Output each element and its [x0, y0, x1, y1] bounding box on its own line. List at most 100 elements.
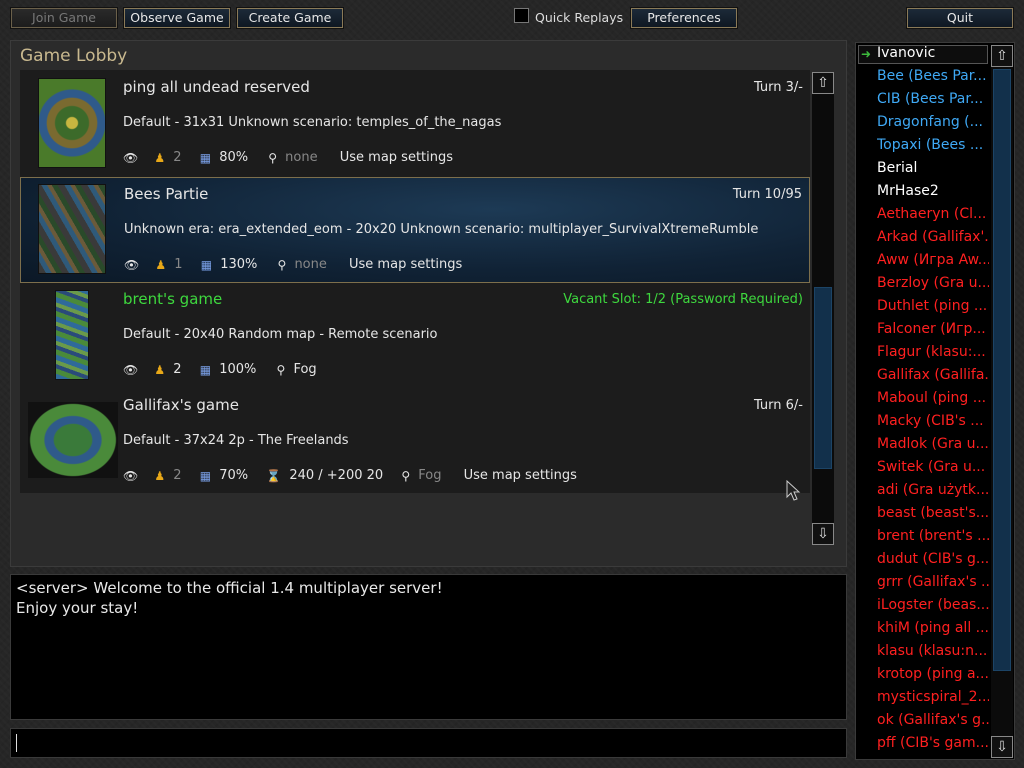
game-status: Vacant Slot: 1/2 (Password Required) [563, 292, 803, 307]
chat-input[interactable] [10, 728, 847, 758]
user-list-item[interactable]: Switek (Gra u... [877, 459, 989, 475]
user-list-item[interactable]: Berzloy (Gra u... [877, 275, 989, 291]
user-list-item[interactable]: MrHase2 [877, 183, 989, 199]
user-list-item[interactable]: beast (beast's... [877, 505, 989, 521]
scroll-down-icon[interactable]: ⇩ [812, 523, 834, 545]
user-list-item[interactable]: Falconer (Игр... [877, 321, 989, 337]
user-list-item[interactable]: krotop (ping a... [877, 666, 989, 682]
game-description: Default - 37x24 2p - The Freelands [123, 433, 349, 448]
quit-button[interactable]: Quit [906, 7, 1014, 29]
turn-timer: 240 / +200 20 [289, 468, 384, 483]
players-icon: ♟ [154, 468, 166, 483]
game-row[interactable]: brent's game Vacant Slot: 1/2 (Password … [20, 282, 810, 388]
user-list-item[interactable]: Aww (Игра Aw... [877, 252, 989, 268]
game-row[interactable]: Gallifax's game Turn 6/- Default - 37x24… [20, 388, 810, 494]
user-list-item[interactable]: Arkad (Gallifax'... [877, 229, 989, 245]
user-list-item[interactable]: ok (Gallifax's g... [877, 712, 989, 728]
scroll-up-icon[interactable]: ⇧ [991, 45, 1013, 67]
user-list-item[interactable]: Madlok (Gra u... [877, 436, 989, 452]
gold-icon: ▦ [199, 362, 212, 377]
user-list-item[interactable]: grrr (Gallifax's ... [877, 574, 989, 590]
user-list-item[interactable]: Ivanovic [877, 45, 989, 61]
vision-icon: ⚲ [268, 150, 278, 165]
game-status: Turn 6/- [753, 398, 803, 413]
scrollbar-thumb[interactable] [814, 287, 832, 469]
map-settings-label: Use map settings [349, 257, 463, 272]
game-name: Gallifax's game [123, 396, 239, 414]
vision-setting: none [294, 257, 327, 272]
user-list-item[interactable]: adi (Gra użytk... [877, 482, 989, 498]
scroll-down-icon[interactable]: ⇩ [991, 736, 1013, 758]
game-row[interactable]: ping all undead reserved Turn 3/- Defaul… [20, 70, 810, 176]
user-list-item[interactable]: Gallifax (Gallifa... [877, 367, 989, 383]
hourglass-icon: ⌛ [266, 468, 282, 483]
observe-game-button[interactable]: Observe Game [123, 7, 231, 29]
selected-user-arrow-icon: ➜ [861, 47, 872, 61]
map-settings-label: Use map settings [339, 150, 454, 165]
user-list-item[interactable]: klasu (klasu:n... [877, 643, 989, 659]
user-list-scrollbar[interactable]: ⇧ ⇩ [991, 45, 1013, 758]
gold-percent: 100% [219, 362, 257, 377]
observers-eye-icon: 👁 [124, 257, 140, 272]
gold-icon: ▦ [200, 257, 213, 272]
vision-icon: ⚲ [401, 468, 411, 483]
chat-message: Enjoy your stay! [16, 599, 139, 617]
scroll-up-icon[interactable]: ⇧ [812, 72, 834, 94]
create-game-button[interactable]: Create Game [236, 7, 344, 29]
user-list-item[interactable]: Aethaeryn (Cl... [877, 206, 989, 222]
user-list-item[interactable]: khiM (ping all ... [877, 620, 989, 636]
vision-icon: ⚲ [277, 257, 287, 272]
user-list-item[interactable]: Flagur (klasu:... [877, 344, 989, 360]
user-list: ➜ ⇧ ⇩ Ivanovic Bee (Bees Par... CIB (Bees … [855, 42, 1015, 760]
gold-percent: 130% [220, 257, 258, 272]
user-list-item[interactable]: Bee (Bees Par... [877, 68, 989, 84]
chat-message: <server> Welcome to the official 1.4 mul… [16, 579, 443, 597]
players-icon: ♟ [154, 362, 166, 377]
vision-icon: ⚲ [276, 362, 286, 377]
user-list-item[interactable]: Dragonfang (... [877, 114, 989, 130]
vision-setting: Fog [293, 362, 317, 377]
map-thumbnail [55, 290, 89, 380]
join-game-button[interactable]: Join Game [10, 7, 118, 29]
game-list: ping all undead reserved Turn 3/- Defaul… [20, 70, 810, 493]
user-list-item[interactable]: mysticspiral_2... [877, 689, 989, 705]
player-count: 2 [173, 362, 182, 377]
user-list-item[interactable]: pff (CIB's gam... [877, 735, 989, 751]
preferences-button[interactable]: Preferences [630, 7, 738, 29]
game-status: Turn 3/- [753, 80, 803, 95]
game-row-selected[interactable]: Bees Partie Turn 10/95 Unknown era: era_… [20, 177, 810, 283]
game-description: Default - 20x40 Random map - Remote scen… [123, 327, 438, 342]
observers-eye-icon: 👁 [123, 468, 139, 483]
quick-replays-checkbox[interactable] [514, 8, 529, 23]
players-icon: ♟ [155, 257, 167, 272]
user-list-item[interactable]: Duthlet (ping ... [877, 298, 989, 314]
game-status: Turn 10/95 [732, 187, 802, 202]
game-lobby-title: Game Lobby [20, 46, 128, 66]
game-name: Bees Partie [124, 185, 209, 203]
scrollbar-thumb[interactable] [993, 69, 1011, 671]
user-list-item[interactable]: Berial [877, 160, 989, 176]
gold-percent: 80% [219, 150, 249, 165]
game-details: 👁 ♟ 2 ▦ 80% ⚲ none Use map settings [123, 150, 453, 165]
game-name: brent's game [123, 290, 223, 308]
user-list-item[interactable]: Macky (CIB's ... [877, 413, 989, 429]
user-list-item[interactable]: iLogster (beas... [877, 597, 989, 613]
gold-icon: ▦ [199, 468, 212, 483]
observers-eye-icon: 👁 [123, 150, 139, 165]
user-list-item[interactable]: dudut (CIB's g... [877, 551, 989, 567]
map-settings-label: Use map settings [463, 468, 577, 483]
chat-log: <server> Welcome to the official 1.4 mul… [10, 574, 847, 720]
player-count: 1 [174, 257, 183, 272]
game-details: 👁 ♟ 1 ▦ 130% ⚲ none Use map settings [124, 257, 462, 272]
map-thumbnail [28, 402, 118, 478]
user-list-item[interactable]: Topaxi (Bees ... [877, 137, 989, 153]
user-list-item[interactable]: CIB (Bees Par... [877, 91, 989, 107]
players-icon: ♟ [154, 150, 166, 165]
user-list-item[interactable]: Maboul (ping ... [877, 390, 989, 406]
game-list-scrollbar[interactable]: ⇧ ⇩ [812, 72, 834, 545]
game-description: Unknown era: era_extended_eom - 20x20 Un… [124, 222, 759, 237]
observers-eye-icon: 👁 [123, 362, 139, 377]
text-caret [16, 734, 17, 752]
user-list-item[interactable]: brent (brent's ... [877, 528, 989, 544]
map-thumbnail [38, 184, 106, 274]
